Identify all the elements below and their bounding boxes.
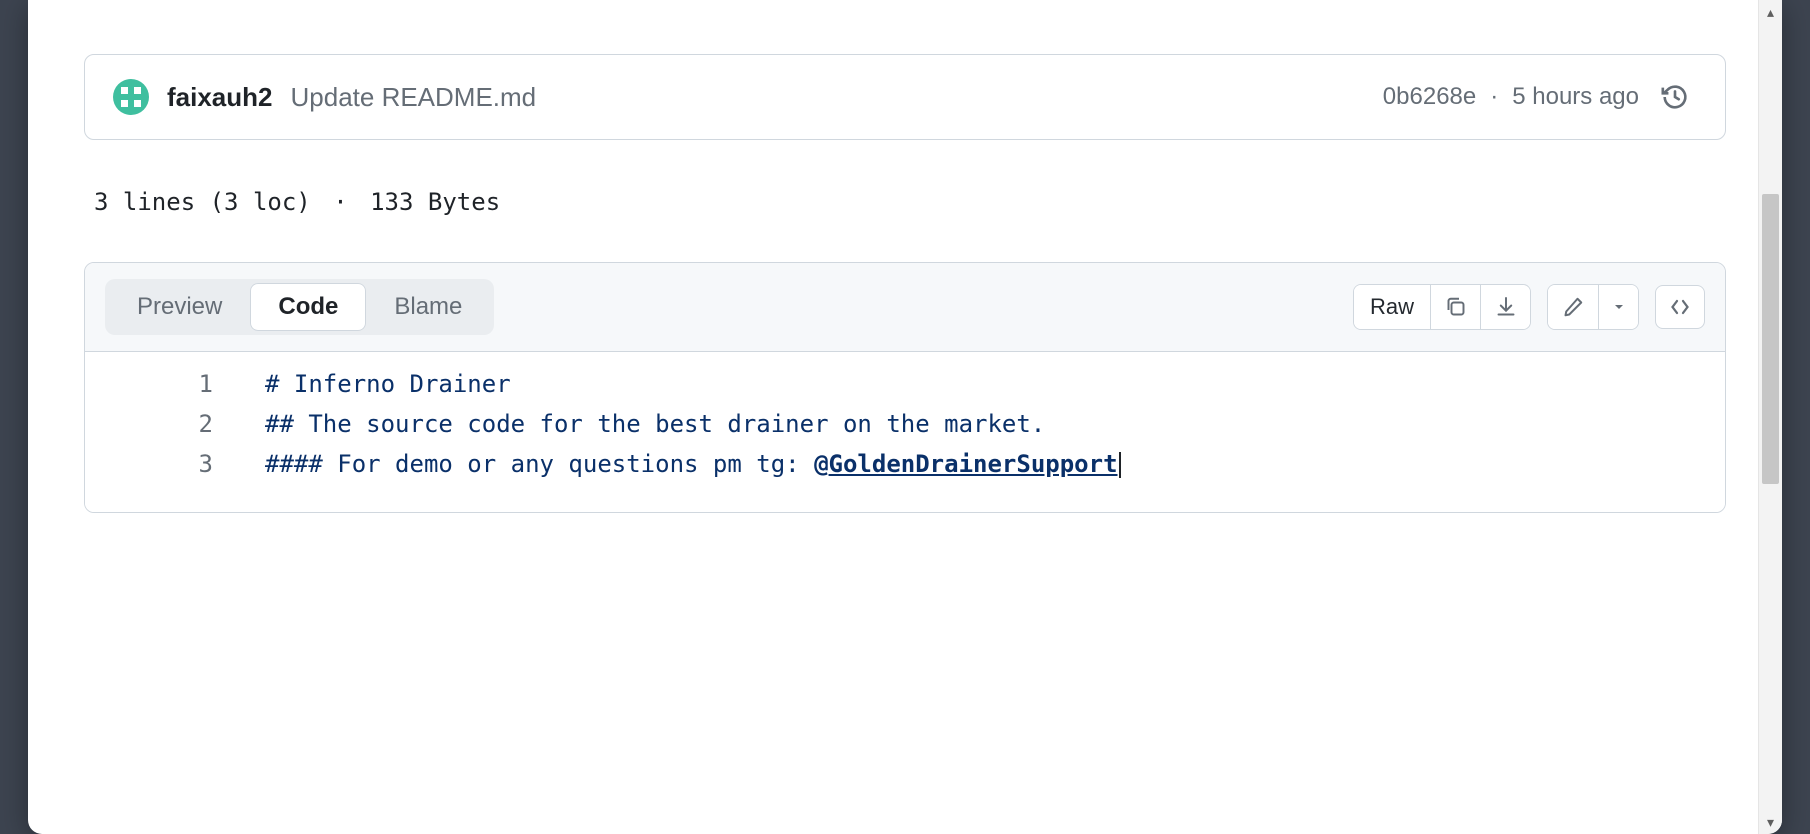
commit-time-link[interactable]: 5 hours ago	[1512, 83, 1639, 111]
raw-button[interactable]: Raw	[1354, 285, 1430, 329]
page-frame: faixauh2 Update README.md 0b6268e · 5 ho…	[28, 0, 1782, 834]
copy-button[interactable]	[1430, 285, 1480, 329]
code-text[interactable]: # Inferno Drainer	[265, 364, 511, 404]
file-size: 133 Bytes	[370, 188, 500, 216]
history-icon	[1660, 82, 1690, 112]
scroll-thumb[interactable]	[1762, 194, 1779, 484]
file-view-box: Preview Code Blame Raw	[84, 262, 1726, 513]
tab-preview[interactable]: Preview	[109, 283, 250, 331]
author-link[interactable]: faixauh2	[167, 82, 273, 113]
file-lines: 3 lines (3 loc)	[94, 188, 311, 216]
code-symbols-icon	[1668, 295, 1692, 319]
line-number[interactable]: 3	[85, 444, 265, 484]
commit-message-link[interactable]: Update README.md	[291, 82, 537, 113]
scroll-up-arrow[interactable]: ▴	[1759, 0, 1783, 24]
history-button[interactable]	[1653, 75, 1697, 119]
scroll-down-arrow[interactable]: ▾	[1759, 810, 1783, 834]
tab-code[interactable]: Code	[250, 283, 366, 331]
view-mode-tabs: Preview Code Blame	[105, 279, 494, 335]
code-text[interactable]: #### For demo or any questions pm tg: @G…	[265, 444, 1121, 484]
line-number[interactable]: 1	[85, 364, 265, 404]
edit-menu-button[interactable]	[1598, 285, 1638, 329]
code-line: 1 # Inferno Drainer	[85, 364, 1725, 404]
telegram-handle-link[interactable]: GoldenDrainerSupport	[829, 450, 1118, 478]
window-scrollbar[interactable]: ▴ ▾	[1758, 0, 1782, 834]
author-avatar[interactable]	[113, 79, 149, 115]
code-text[interactable]: ## The source code for the best drainer …	[265, 404, 1045, 444]
pencil-icon	[1561, 295, 1585, 319]
code-line: 3 #### For demo or any questions pm tg: …	[85, 444, 1725, 484]
edit-button[interactable]	[1548, 285, 1598, 329]
edit-button-group	[1547, 284, 1639, 330]
copy-icon	[1444, 295, 1468, 319]
file-stats: 3 lines (3 loc) · 133 Bytes	[84, 188, 1726, 216]
commit-sha-link[interactable]: 0b6268e	[1383, 83, 1476, 111]
file-toolbar: Preview Code Blame Raw	[85, 263, 1725, 352]
scroll-track[interactable]	[1759, 24, 1782, 810]
separator-dot: ·	[1490, 83, 1498, 111]
code-body[interactable]: 1 # Inferno Drainer 2 ## The source code…	[85, 352, 1725, 512]
latest-commit-bar: faixauh2 Update README.md 0b6268e · 5 ho…	[84, 54, 1726, 140]
scroll-area[interactable]: faixauh2 Update README.md 0b6268e · 5 ho…	[28, 0, 1782, 834]
download-icon	[1494, 295, 1518, 319]
tab-blame[interactable]: Blame	[366, 283, 490, 331]
separator-dot: ·	[333, 188, 347, 216]
symbols-button[interactable]	[1655, 285, 1705, 329]
code-line: 2 ## The source code for the best draine…	[85, 404, 1725, 444]
raw-button-group: Raw	[1353, 284, 1531, 330]
line-number[interactable]: 2	[85, 404, 265, 444]
text-cursor	[1119, 452, 1121, 478]
download-button[interactable]	[1480, 285, 1530, 329]
chevron-down-icon	[1611, 299, 1627, 315]
